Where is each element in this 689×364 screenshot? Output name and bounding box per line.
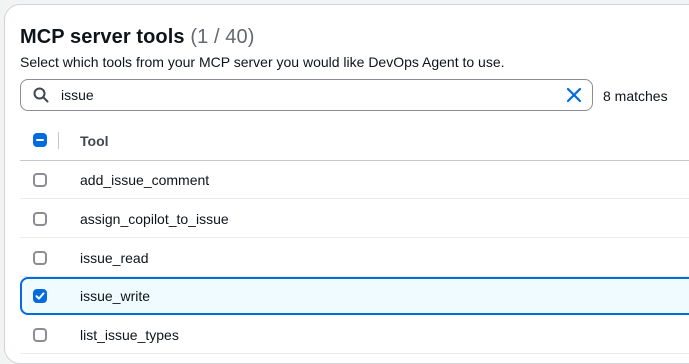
row-checkbox[interactable] [33,173,47,187]
minus-icon [36,139,44,141]
table-row[interactable]: issue_read [20,239,689,277]
section-title: MCP server tools (1 / 40) [20,26,254,49]
table-row[interactable]: issue_write [20,277,689,315]
row-checkbox[interactable] [33,289,47,303]
check-icon [35,292,45,300]
column-divider [58,132,59,149]
tool-name: issue_write [80,288,151,304]
row-checkbox[interactable] [33,328,47,342]
search-box[interactable] [20,79,593,111]
close-icon[interactable] [565,86,583,104]
tool-name: add_issue_comment [80,172,210,188]
tool-name: issue_read [80,250,149,266]
table-row[interactable]: list_issue_types [20,316,689,354]
search-icon [33,87,49,103]
match-count: 8 matches [603,88,668,104]
row-checkbox[interactable] [33,212,47,226]
table-header: Tool [20,120,689,161]
tool-name: assign_copilot_to_issue [80,211,229,227]
search-input[interactable] [61,84,541,106]
tool-name: list_issue_types [80,327,179,343]
row-checkbox[interactable] [33,251,47,265]
section-description: Select which tools from your MCP server … [20,54,505,70]
table-row[interactable]: assign_copilot_to_issue [20,200,689,238]
column-header-tool: Tool [80,133,109,149]
table-row[interactable]: add_issue_comment [20,161,689,199]
select-all-checkbox[interactable] [33,133,47,147]
selection-count: (1 / 40) [190,26,255,48]
section-title-text: MCP server tools [20,26,185,48]
